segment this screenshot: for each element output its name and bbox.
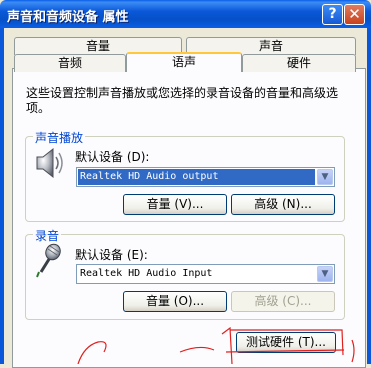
tab-audio[interactable]: 音频 (14, 54, 126, 72)
tab-hardware[interactable]: 硬件 (242, 54, 356, 72)
recording-device-value: Realtek HD Audio Input (80, 268, 213, 279)
title-bar[interactable]: 声音和音频设备 属性 ? ✕ (0, 0, 371, 28)
tab-voice[interactable]: 语声 (126, 52, 242, 72)
chevron-down-icon[interactable]: ▼ (317, 169, 333, 185)
speaker-icon (36, 147, 63, 179)
description-text: 这些设置控制声音播放或您选择的录音设备的音量和高级选项。 (26, 86, 339, 115)
playback-group-title: 声音播放 (33, 129, 86, 146)
recording-advanced-button: 高级 (C)... (231, 291, 335, 312)
test-hardware-button[interactable]: 测试硬件 (T)... (236, 332, 336, 353)
help-button[interactable]: ? (322, 4, 343, 25)
playback-device-label: 默认设备 (D): (75, 150, 150, 164)
chevron-down-icon[interactable]: ▼ (317, 266, 333, 282)
recording-volume-button[interactable]: 音量 (O)... (123, 291, 227, 312)
window-border-left (0, 28, 4, 364)
close-button[interactable]: ✕ (344, 4, 365, 25)
recording-device-select[interactable]: Realtek HD Audio Input ▼ (76, 264, 335, 284)
playback-device-value: Realtek HD Audio output (78, 169, 315, 185)
window-title: 声音和音频设备 属性 (7, 10, 129, 25)
playback-device-select[interactable]: Realtek HD Audio output ▼ (76, 167, 335, 187)
playback-advanced-button[interactable]: 高级 (N)... (231, 194, 335, 215)
window-border-right (367, 28, 371, 364)
playback-volume-button[interactable]: 音量 (V)... (123, 194, 227, 215)
microphone-icon (36, 243, 61, 278)
recording-device-label: 默认设备 (E): (75, 248, 148, 262)
